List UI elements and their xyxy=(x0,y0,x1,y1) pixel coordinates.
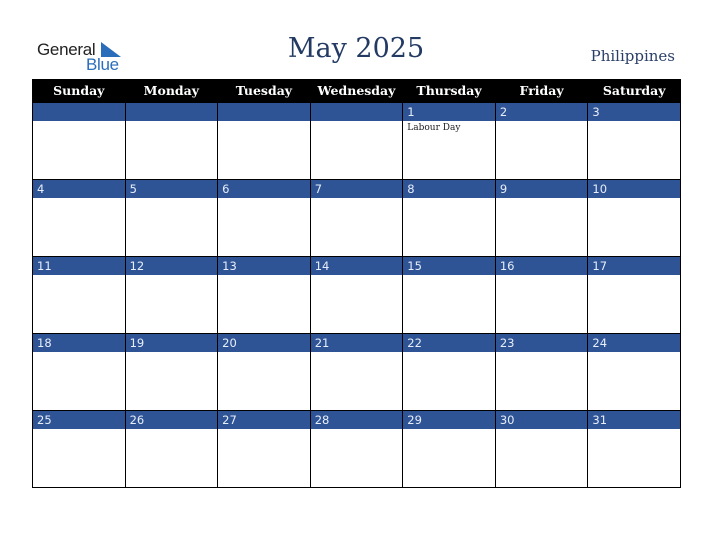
day-number: 15 xyxy=(403,257,495,275)
day-cell[interactable]: 31 xyxy=(587,410,681,488)
day-number xyxy=(33,103,125,121)
day-cell[interactable]: 17 xyxy=(587,256,681,334)
day-number: 23 xyxy=(495,334,588,352)
day-cell[interactable]: 30 xyxy=(494,410,589,488)
day-cell[interactable] xyxy=(124,102,219,180)
day-number: 11 xyxy=(33,257,125,275)
week-row: 25 26 27 28 29 30 31 xyxy=(32,410,681,488)
day-number: 29 xyxy=(403,411,495,429)
country-label: Philippines xyxy=(590,47,675,65)
weekday-header-row: Sunday Monday Tuesday Wednesday Thursday… xyxy=(32,79,681,103)
day-cell[interactable]: 18 xyxy=(32,333,126,411)
day-cell[interactable]: 19 xyxy=(124,333,219,411)
day-number: 17 xyxy=(588,257,680,275)
calendar-grid: Sunday Monday Tuesday Wednesday Thursday… xyxy=(32,79,681,488)
weekday-saturday: Saturday xyxy=(587,79,681,103)
day-number: 5 xyxy=(125,180,218,198)
day-cell[interactable]: 10 xyxy=(587,179,681,257)
week-row: 18 19 20 21 22 23 24 xyxy=(32,333,681,411)
day-cell[interactable]: 16 xyxy=(494,256,589,334)
day-cell[interactable] xyxy=(217,102,311,180)
day-number: 28 xyxy=(310,411,403,429)
day-cell[interactable]: 4 xyxy=(32,179,126,257)
day-cell[interactable]: 14 xyxy=(309,256,404,334)
day-number xyxy=(310,103,403,121)
weekday-friday: Friday xyxy=(494,79,589,103)
day-cell[interactable]: 20 xyxy=(217,333,311,411)
day-cell[interactable]: 13 xyxy=(217,256,311,334)
day-cell[interactable] xyxy=(32,102,126,180)
weekday-tuesday: Tuesday xyxy=(217,79,311,103)
day-number: 27 xyxy=(218,411,310,429)
day-number: 21 xyxy=(310,334,403,352)
day-cell[interactable]: 24 xyxy=(587,333,681,411)
day-number xyxy=(125,103,218,121)
day-number: 20 xyxy=(218,334,310,352)
day-cell[interactable]: 8 xyxy=(402,179,496,257)
week-row: 4 5 6 7 8 9 10 xyxy=(32,179,681,257)
day-number: 25 xyxy=(33,411,125,429)
day-cell[interactable]: 26 xyxy=(124,410,219,488)
day-number: 18 xyxy=(33,334,125,352)
day-cell[interactable] xyxy=(309,102,404,180)
day-cell[interactable]: 3 xyxy=(587,102,681,180)
week-row: 11 12 13 14 15 16 17 xyxy=(32,256,681,334)
day-cell[interactable]: 5 xyxy=(124,179,219,257)
day-number: 14 xyxy=(310,257,403,275)
day-number: 12 xyxy=(125,257,218,275)
week-row: 1 Labour Day 2 3 xyxy=(32,102,681,180)
day-cell[interactable]: 2 xyxy=(494,102,589,180)
day-number: 19 xyxy=(125,334,218,352)
day-number: 1 xyxy=(403,103,495,121)
day-number: 22 xyxy=(403,334,495,352)
day-number: 3 xyxy=(588,103,680,121)
day-number xyxy=(218,103,310,121)
weekday-wednesday: Wednesday xyxy=(309,79,404,103)
day-number: 31 xyxy=(588,411,680,429)
day-number: 8 xyxy=(403,180,495,198)
day-number: 30 xyxy=(495,411,588,429)
weekday-sunday: Sunday xyxy=(32,79,126,103)
day-number: 6 xyxy=(218,180,310,198)
day-number: 13 xyxy=(218,257,310,275)
day-cell[interactable]: 22 xyxy=(402,333,496,411)
day-cell[interactable]: 23 xyxy=(494,333,589,411)
day-cell[interactable]: 11 xyxy=(32,256,126,334)
day-number: 4 xyxy=(33,180,125,198)
day-number: 26 xyxy=(125,411,218,429)
day-cell[interactable]: 28 xyxy=(309,410,404,488)
day-cell[interactable]: 12 xyxy=(124,256,219,334)
day-cell[interactable]: 6 xyxy=(217,179,311,257)
weekday-thursday: Thursday xyxy=(402,79,496,103)
day-number: 7 xyxy=(310,180,403,198)
day-cell[interactable]: 7 xyxy=(309,179,404,257)
day-cell[interactable]: 29 xyxy=(402,410,496,488)
day-number: 10 xyxy=(588,180,680,198)
day-number: 16 xyxy=(495,257,588,275)
day-number: 24 xyxy=(588,334,680,352)
weekday-monday: Monday xyxy=(124,79,219,103)
day-number: 2 xyxy=(495,103,588,121)
holiday-label: Labour Day xyxy=(407,123,461,133)
day-cell[interactable]: 21 xyxy=(309,333,404,411)
day-number: 9 xyxy=(495,180,588,198)
day-cell[interactable]: 9 xyxy=(494,179,589,257)
day-cell[interactable]: 1 Labour Day xyxy=(402,102,496,180)
day-cell[interactable]: 25 xyxy=(32,410,126,488)
day-cell[interactable]: 27 xyxy=(217,410,311,488)
day-cell[interactable]: 15 xyxy=(402,256,496,334)
